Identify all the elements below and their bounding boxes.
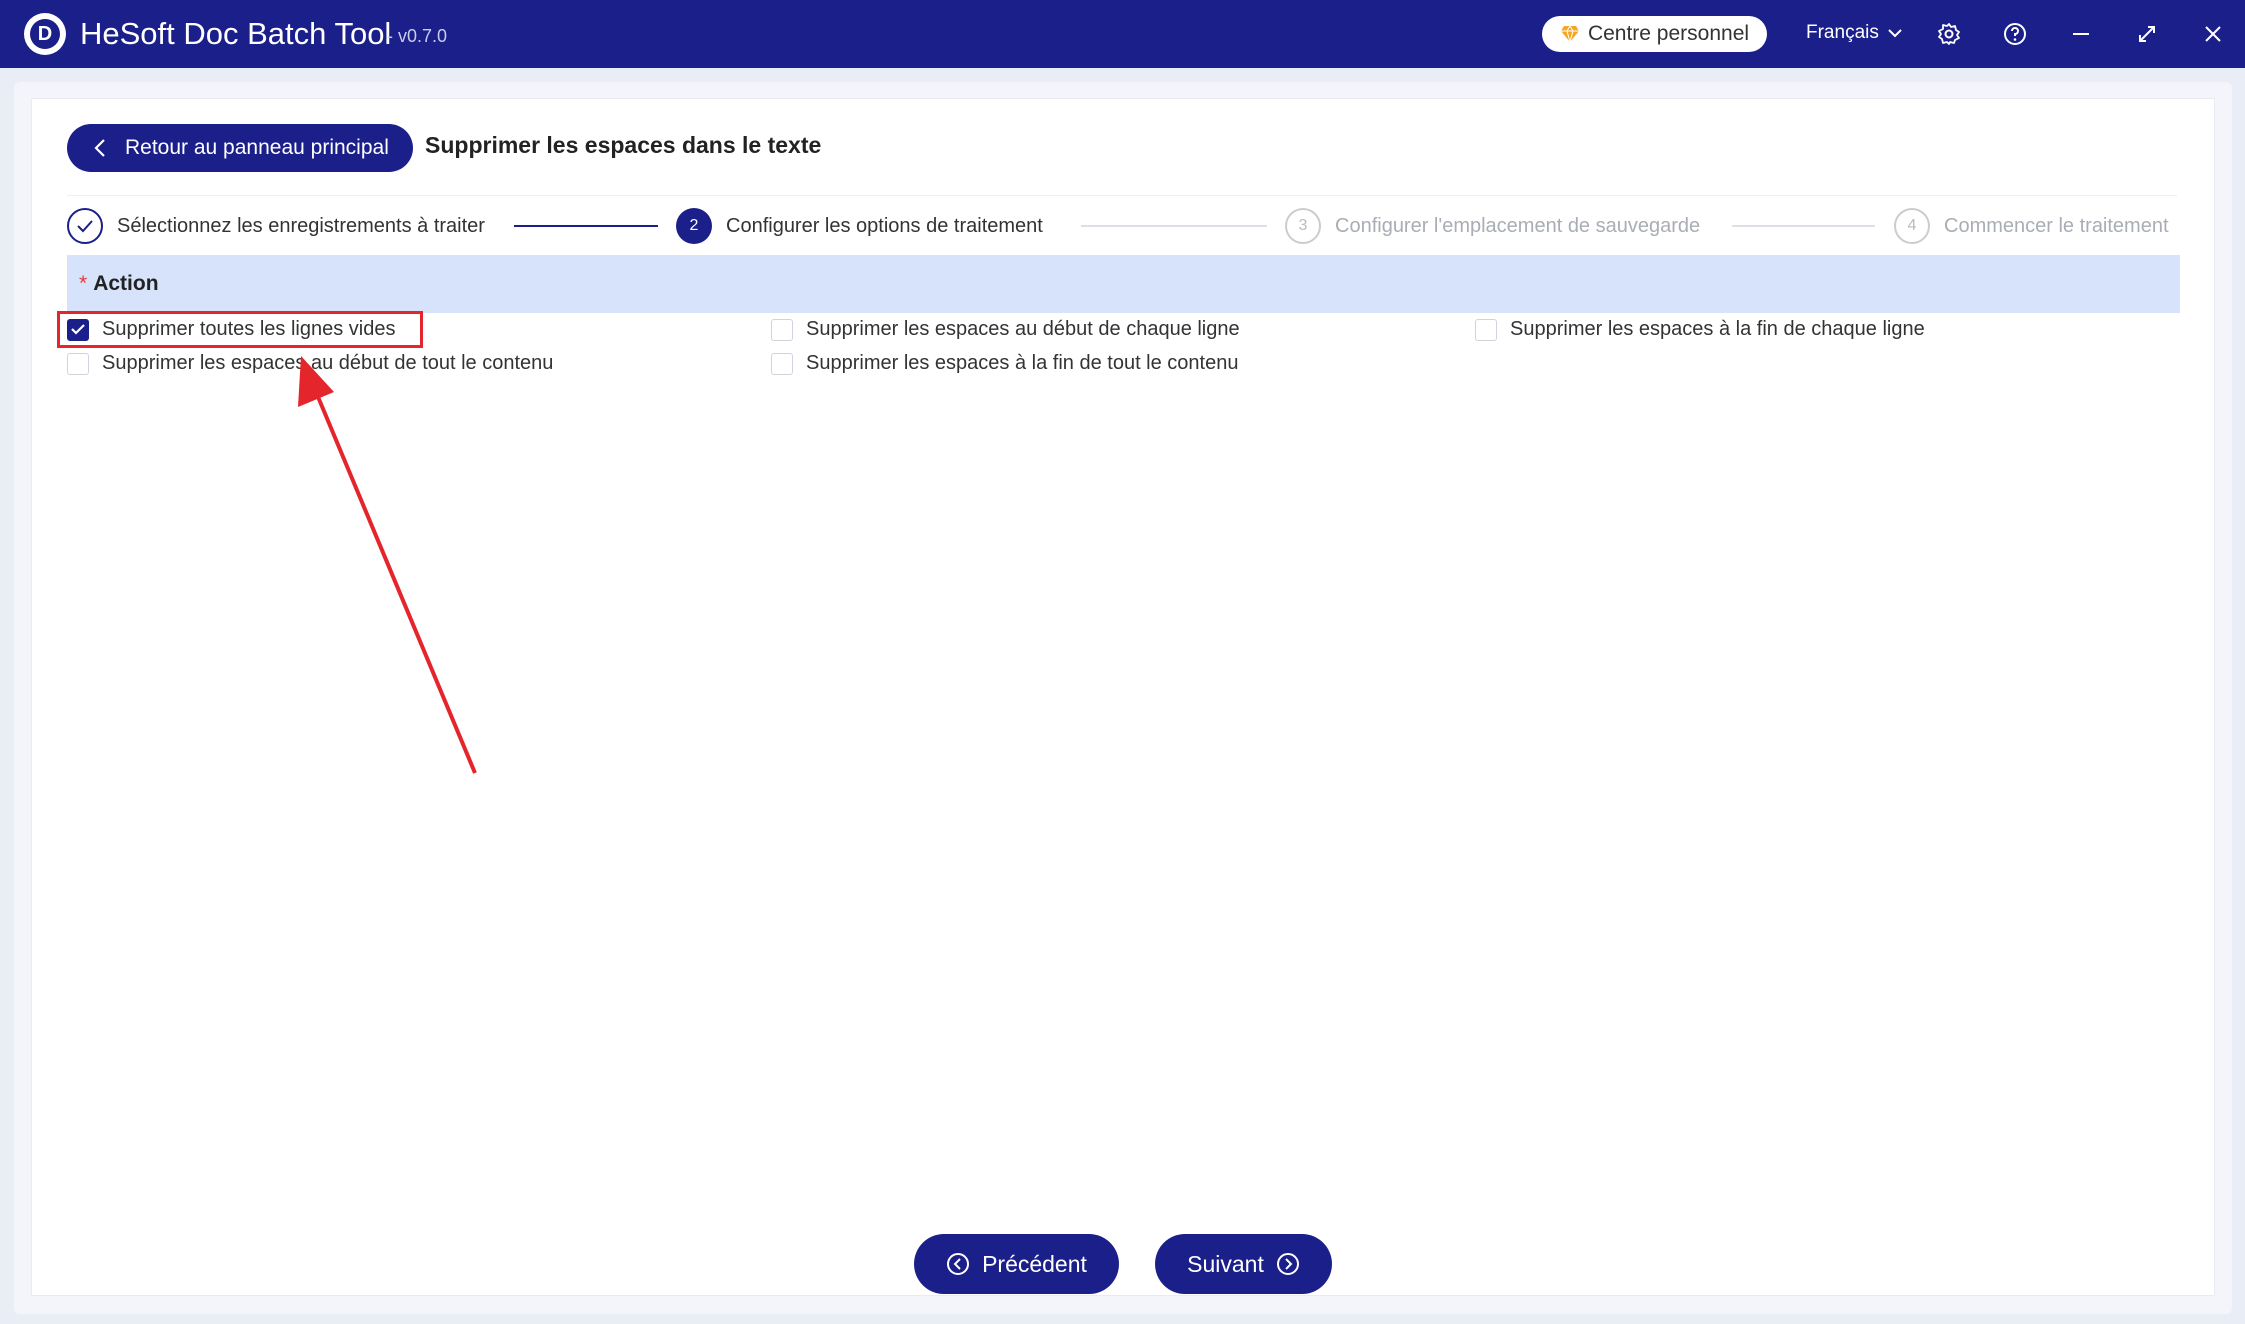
step-1-label: Sélectionnez les enregistrements à trait… xyxy=(117,214,485,237)
option-label: Supprimer les espaces au début de chaque… xyxy=(806,318,1240,340)
back-to-main-button[interactable]: Retour au panneau principal xyxy=(67,124,413,172)
step-2-number: 2 xyxy=(676,208,712,244)
checkbox[interactable] xyxy=(1475,318,1497,341)
app-version: - v0.7.0 xyxy=(387,26,448,46)
annotation-highlight-box xyxy=(57,311,423,348)
back-button-label: Retour au panneau principal xyxy=(125,136,389,159)
checkbox[interactable] xyxy=(771,318,793,341)
minimize-icon[interactable] xyxy=(2065,18,2097,50)
checkbox[interactable] xyxy=(67,352,89,375)
step-4-number: 4 xyxy=(1894,208,1930,244)
option-label: Supprimer les espaces à la fin de chaque… xyxy=(1510,318,1925,340)
step-connector-3 xyxy=(1732,225,1875,227)
header-divider xyxy=(67,195,2177,196)
close-icon[interactable] xyxy=(2197,18,2229,50)
option-remove-trailing-spaces-content[interactable]: Supprimer les espaces à la fin de tout l… xyxy=(771,352,1238,375)
diamond-icon xyxy=(1560,25,1579,43)
settings-gear-icon[interactable] xyxy=(1933,18,1965,50)
step-1: Sélectionnez les enregistrements à trait… xyxy=(67,208,485,244)
option-remove-trailing-spaces-line[interactable]: Supprimer les espaces à la fin de chaque… xyxy=(1475,318,1925,341)
step-connector-1 xyxy=(514,225,658,227)
section-title: Action xyxy=(93,272,159,295)
chevron-left-icon xyxy=(94,139,105,157)
step-3-label: Configurer l'emplacement de sauvegarde xyxy=(1335,214,1701,237)
maximize-icon[interactable] xyxy=(2131,18,2163,50)
personal-center-label: Centre personnel xyxy=(1587,22,1750,45)
option-label: Supprimer les espaces à la fin de tout l… xyxy=(806,352,1239,374)
app-title: HeSoft Doc Batch Tool xyxy=(80,16,392,51)
next-button[interactable]: Suivant xyxy=(1155,1234,1332,1294)
circle-chevron-right-icon xyxy=(1276,1253,1299,1275)
option-remove-leading-spaces-content[interactable]: Supprimer les espaces au début de tout l… xyxy=(67,352,553,375)
previous-label: Précédent xyxy=(982,1250,1087,1277)
circle-chevron-left-icon xyxy=(947,1253,970,1275)
next-label: Suivant xyxy=(1187,1250,1264,1277)
help-icon[interactable] xyxy=(1999,18,2031,50)
app-logo-icon: D xyxy=(24,13,66,55)
language-select[interactable]: Français xyxy=(1806,22,1903,44)
step-3-number: 3 xyxy=(1285,208,1321,244)
previous-button[interactable]: Précédent xyxy=(914,1234,1119,1294)
option-label: Supprimer les espaces au début de tout l… xyxy=(102,352,554,374)
action-section-header: * Action xyxy=(67,255,2180,313)
step-2-label: Configurer les options de traitement xyxy=(726,214,1043,237)
language-label: Français xyxy=(1806,22,1879,43)
title-bar: D HeSoft Doc Batch Tool - v0.7.0 Centre … xyxy=(0,0,2245,68)
step-2: 2 Configurer les options de traitement xyxy=(676,208,1043,244)
required-mark: * xyxy=(79,272,88,295)
checkmark-icon xyxy=(67,208,103,244)
step-3: 3 Configurer l'emplacement de sauvegarde xyxy=(1285,208,1700,244)
step-4-label: Commencer le traitement xyxy=(1944,214,2169,237)
option-remove-leading-spaces-line[interactable]: Supprimer les espaces au début de chaque… xyxy=(771,318,1240,341)
chevron-down-icon xyxy=(1888,29,1902,38)
checkbox[interactable] xyxy=(771,352,793,375)
step-connector-2 xyxy=(1081,225,1267,227)
step-4: 4 Commencer le traitement xyxy=(1894,208,2169,244)
page-title: Supprimer les espaces dans le texte xyxy=(425,132,822,158)
personal-center-button[interactable]: Centre personnel xyxy=(1542,16,1767,52)
